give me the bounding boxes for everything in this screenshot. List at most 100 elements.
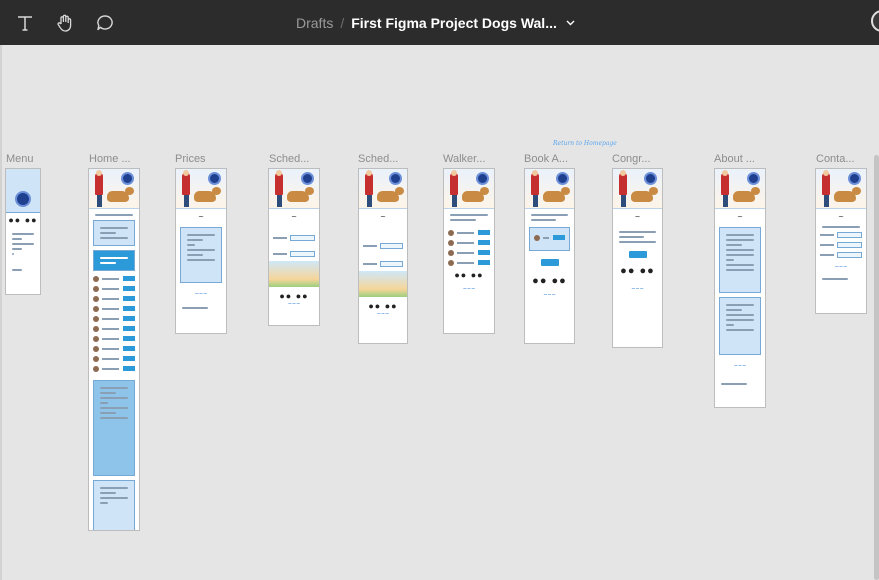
time-field [273, 251, 315, 257]
frame-label-menu[interactable]: Menu [6, 153, 34, 165]
intro-box [93, 220, 135, 246]
breadcrumb-drafts-link[interactable]: Drafts [296, 15, 333, 31]
footer-brand: ~~~ [462, 286, 476, 292]
frame-menu[interactable]: ●● ●● [5, 168, 41, 295]
about-text-box [719, 227, 761, 293]
form-field [820, 252, 862, 258]
list-item [93, 315, 135, 322]
page-title-graphic: ~ [380, 213, 386, 221]
list-item [93, 285, 135, 292]
date-field [273, 235, 315, 241]
menu-header-graphic [6, 169, 40, 213]
home-button [628, 251, 647, 258]
menu-item [12, 238, 22, 240]
page-title-graphic: ~ [838, 213, 844, 221]
footer-text [12, 269, 22, 271]
illustration [359, 271, 407, 297]
header-graphic [176, 169, 226, 209]
paw-print-icon: ●● ●● [454, 270, 484, 280]
list-item [93, 365, 135, 372]
frame-home[interactable]: ~~~ ●● [88, 168, 140, 531]
form-field [820, 232, 862, 238]
file-name[interactable]: First Figma Project Dogs Wal... [351, 15, 557, 31]
avatar[interactable] [871, 10, 879, 32]
illustration [269, 261, 319, 287]
walker-card [529, 227, 570, 251]
body-text [619, 231, 656, 233]
frame-label-about[interactable]: About ... [714, 153, 755, 165]
schedule-banner [93, 250, 135, 271]
list-item [448, 239, 490, 246]
header-graphic [613, 169, 662, 209]
comment-tool-icon[interactable] [90, 8, 120, 38]
footer-brand: ~~~ [733, 363, 747, 369]
frame-schedule-2[interactable]: ~ ●● ●● ~~~ [358, 168, 408, 344]
confirm-button [540, 259, 559, 266]
form-field [820, 242, 862, 248]
footer-brand: ~~~ [376, 311, 390, 317]
hand-tool-icon[interactable] [50, 8, 80, 38]
frame-label-schedule[interactable]: Sched... [269, 153, 309, 165]
canvas-scrollbar[interactable] [874, 155, 879, 580]
logo-badge [15, 191, 31, 207]
paw-print-icon: ●● ●● [620, 265, 655, 277]
body-text [619, 241, 656, 243]
footer-brand: ~~~ [834, 264, 848, 270]
frame-label-schedule-2[interactable]: Sched... [358, 153, 398, 165]
menu-item [12, 248, 22, 250]
footer-text [721, 383, 747, 385]
page-title-graphic: ~ [634, 213, 641, 221]
page-title-graphic: ~ [291, 213, 297, 221]
heading-text [450, 214, 488, 216]
frame-about[interactable]: ~ ~~~ [714, 168, 766, 408]
paw-print-icon: ●● ●● [8, 215, 38, 225]
frame-label-walkers[interactable]: Walker... [443, 153, 485, 165]
text-tool-icon[interactable] [10, 8, 40, 38]
paw-print-icon: ●● ●● [532, 275, 567, 287]
heading-text [531, 214, 568, 216]
list-item [93, 295, 135, 302]
list-item [448, 249, 490, 256]
menu-item [12, 253, 14, 255]
header-graphic [715, 169, 765, 209]
heading-text [531, 219, 556, 221]
heading-text [450, 219, 476, 221]
frame-label-prices[interactable]: Prices [175, 153, 206, 165]
canvas-left-edge [0, 45, 2, 580]
date-field [363, 243, 403, 249]
time-field [363, 261, 403, 267]
about-text-box [719, 297, 761, 355]
footer-brand: ~~~ [194, 291, 208, 297]
heading-text [95, 214, 133, 216]
paw-print-icon: ●● ●● [279, 291, 309, 301]
footer-brand: ~~~ [287, 301, 301, 307]
frame-label-book[interactable]: Book A... [524, 153, 568, 165]
frame-label-home[interactable]: Home ... [89, 153, 131, 165]
header-graphic [444, 169, 494, 209]
frame-label-congrats[interactable]: Congr... [612, 153, 651, 165]
frame-schedule[interactable]: ~ ●● ●● ~~~ [268, 168, 320, 326]
menu-item [12, 233, 34, 235]
footer-brand: ~~~ [543, 292, 556, 298]
frame-contact[interactable]: ~ ~~~ [815, 168, 867, 314]
list-item [93, 325, 135, 332]
design-canvas[interactable]: Return to Homepage Menu Home ... Prices … [0, 45, 879, 580]
list-item [93, 355, 135, 362]
footer-text [182, 307, 208, 309]
list-item [93, 335, 135, 342]
header-graphic [816, 169, 866, 209]
list-item [448, 229, 490, 236]
frame-walkers[interactable]: ●● ●● ~~~ [443, 168, 495, 334]
list-item [93, 275, 135, 282]
list-item [448, 259, 490, 266]
frame-prices[interactable]: ~ ~~~ [175, 168, 227, 334]
body-text [619, 236, 644, 238]
frame-congratulations[interactable]: ~ ●● ●● ~~~ [612, 168, 663, 348]
chevron-down-icon[interactable] [566, 20, 575, 26]
info-box [93, 480, 135, 530]
breadcrumb-separator: / [340, 14, 345, 31]
body-text [822, 226, 860, 228]
frame-label-contact[interactable]: Conta... [816, 153, 855, 165]
footer-brand: ~~~ [631, 286, 644, 292]
frame-book-appointment[interactable]: ●● ●● ~~~ [524, 168, 575, 344]
